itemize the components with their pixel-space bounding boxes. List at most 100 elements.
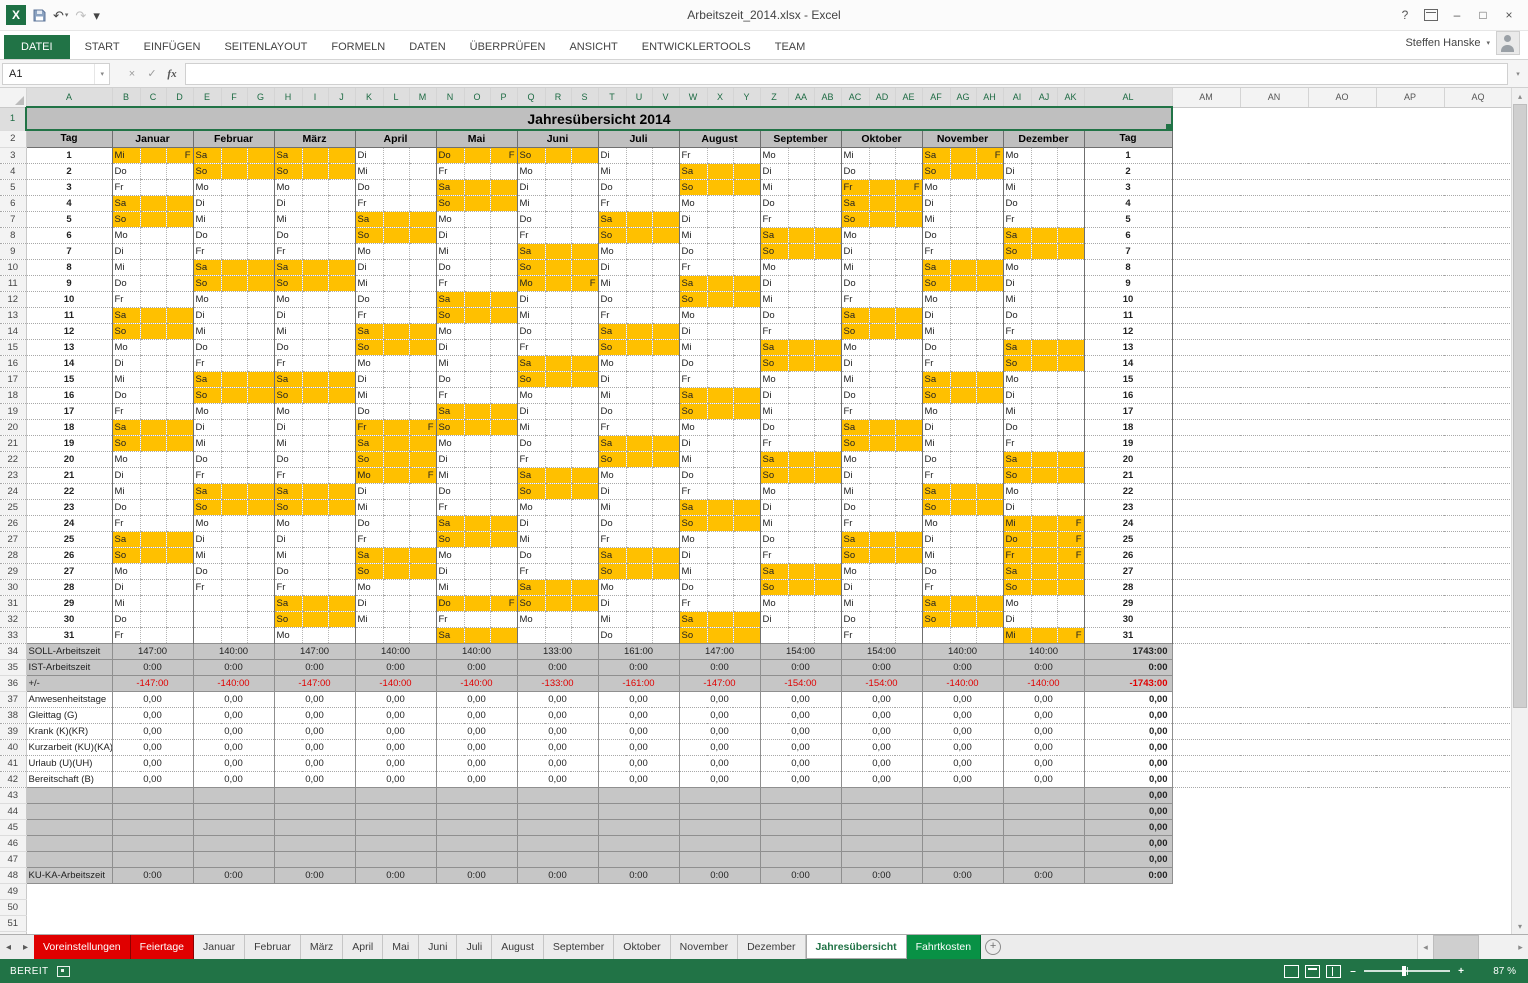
summary-total[interactable]: 1743:00 (1084, 643, 1172, 659)
holiday-flag-cell[interactable] (976, 243, 1003, 259)
calendar-time-cell[interactable] (626, 515, 652, 531)
holiday-flag-cell[interactable] (1057, 227, 1084, 243)
summary-value[interactable] (760, 819, 841, 835)
holiday-flag-cell[interactable] (976, 595, 1003, 611)
counter-label[interactable]: Urlaub (U)(UH) (26, 755, 112, 771)
holiday-flag-cell[interactable] (652, 243, 679, 259)
day-number-cell[interactable]: 10 (26, 291, 112, 307)
holiday-flag-cell[interactable] (409, 531, 436, 547)
counter-value[interactable]: 0,00 (112, 707, 193, 723)
calendar-time-cell[interactable] (788, 387, 814, 403)
row-header-42[interactable]: 42 (0, 771, 26, 787)
holiday-flag-cell[interactable] (652, 563, 679, 579)
sheet-tab-voreinstellungen[interactable]: Voreinstellungen (34, 935, 131, 959)
calendar-time-cell[interactable] (383, 547, 409, 563)
calendar-day-cell[interactable]: Mo (679, 419, 707, 435)
summary-value[interactable] (517, 819, 598, 835)
counter-value[interactable]: 0,00 (193, 771, 274, 787)
calendar-day-cell[interactable]: Mo (112, 339, 140, 355)
calendar-day-cell[interactable]: Di (355, 147, 383, 163)
calendar-time-cell[interactable] (626, 147, 652, 163)
holiday-flag-cell[interactable] (166, 451, 193, 467)
holiday-flag-cell[interactable] (571, 211, 598, 227)
outside-range[interactable] (1172, 147, 1511, 163)
calendar-time-cell[interactable] (140, 227, 166, 243)
holiday-flag-cell[interactable] (1057, 243, 1084, 259)
holiday-flag-cell[interactable] (976, 227, 1003, 243)
outside-range[interactable] (1172, 563, 1511, 579)
column-header-AD[interactable]: AD (869, 88, 895, 107)
summary-value[interactable]: -133:00 (517, 675, 598, 691)
outside-range[interactable] (1172, 307, 1511, 323)
ribbon-tab-team[interactable]: TEAM (763, 35, 818, 59)
summary-value[interactable]: -140:00 (922, 675, 1003, 691)
calendar-day-cell[interactable]: Mo (679, 307, 707, 323)
holiday-flag-cell[interactable] (571, 403, 598, 419)
calendar-day-cell[interactable]: Sa (679, 611, 707, 627)
calendar-day-cell[interactable]: Mi (760, 403, 788, 419)
holiday-flag-cell[interactable] (814, 499, 841, 515)
holiday-flag-cell[interactable] (328, 531, 355, 547)
calendar-time-cell[interactable] (545, 355, 571, 371)
calendar-day-cell[interactable]: Do (517, 323, 545, 339)
user-avatar-icon[interactable] (1496, 31, 1520, 55)
holiday-flag-cell[interactable] (166, 499, 193, 515)
holiday-flag-cell[interactable] (652, 595, 679, 611)
holiday-flag-cell[interactable] (571, 371, 598, 387)
holiday-flag-cell[interactable] (247, 403, 274, 419)
calendar-day-cell[interactable]: Di (1003, 611, 1031, 627)
calendar-time-cell[interactable] (140, 435, 166, 451)
day-number-cell[interactable]: 1 (1084, 147, 1172, 163)
calendar-day-cell[interactable]: Fr (517, 339, 545, 355)
sheet-tab-juni[interactable]: Juni (419, 935, 457, 959)
calendar-day-cell[interactable]: Fr (679, 147, 707, 163)
day-number-cell[interactable]: 29 (1084, 595, 1172, 611)
day-number-cell[interactable]: 4 (1084, 195, 1172, 211)
calendar-day-cell[interactable]: Fr (112, 291, 140, 307)
calendar-time-cell[interactable] (221, 355, 247, 371)
column-header-AB[interactable]: AB (814, 88, 841, 107)
calendar-day-cell[interactable]: Di (598, 595, 626, 611)
counter-value[interactable]: 0,00 (841, 755, 922, 771)
holiday-flag-cell[interactable] (166, 515, 193, 531)
summary-value[interactable] (841, 819, 922, 835)
calendar-day-cell[interactable]: Mi (517, 195, 545, 211)
counter-value[interactable]: 0,00 (1003, 771, 1084, 787)
day-number-cell[interactable]: 30 (26, 611, 112, 627)
ribbon-tab-formeln[interactable]: FORMELN (319, 35, 397, 59)
row-header-11[interactable]: 11 (0, 275, 26, 291)
calendar-day-cell[interactable]: Mo (679, 531, 707, 547)
calendar-time-cell[interactable] (464, 547, 490, 563)
calendar-time-cell[interactable] (464, 195, 490, 211)
calendar-day-cell[interactable]: Do (355, 515, 383, 531)
holiday-flag-cell[interactable] (490, 611, 517, 627)
holiday-flag-cell[interactable] (733, 531, 760, 547)
holiday-flag-cell[interactable] (571, 531, 598, 547)
calendar-time-cell[interactable] (302, 547, 328, 563)
counter-value[interactable]: 0,00 (598, 723, 679, 739)
calendar-time-cell[interactable] (707, 163, 733, 179)
calendar-day-cell[interactable]: Fr (193, 467, 221, 483)
calendar-day-cell[interactable]: Do (679, 355, 707, 371)
holiday-flag-cell[interactable] (490, 371, 517, 387)
summary-value[interactable] (112, 835, 193, 851)
calendar-time-cell[interactable] (869, 531, 895, 547)
day-number-cell[interactable]: 1 (26, 147, 112, 163)
holiday-flag-cell[interactable] (166, 163, 193, 179)
holiday-flag-cell[interactable] (652, 483, 679, 499)
holiday-flag-cell[interactable] (166, 371, 193, 387)
calendar-day-cell[interactable]: Sa (355, 211, 383, 227)
calendar-day-cell[interactable]: Fr (274, 355, 302, 371)
summary-value[interactable] (193, 835, 274, 851)
holiday-flag-cell[interactable] (166, 483, 193, 499)
summary-label[interactable]: SOLL-Arbeitszeit (26, 643, 112, 659)
name-box[interactable]: A1 ▾ (2, 63, 110, 85)
calendar-time-cell[interactable] (140, 195, 166, 211)
holiday-flag-cell[interactable] (490, 579, 517, 595)
calendar-time-cell[interactable] (1031, 547, 1057, 563)
holiday-flag-cell[interactable]: F (1057, 547, 1084, 563)
calendar-time-cell[interactable] (869, 179, 895, 195)
holiday-flag-cell[interactable] (895, 147, 922, 163)
calendar-time-cell[interactable] (1031, 515, 1057, 531)
sheet-tab-fahrtkosten[interactable]: Fahrtkosten (907, 935, 981, 959)
